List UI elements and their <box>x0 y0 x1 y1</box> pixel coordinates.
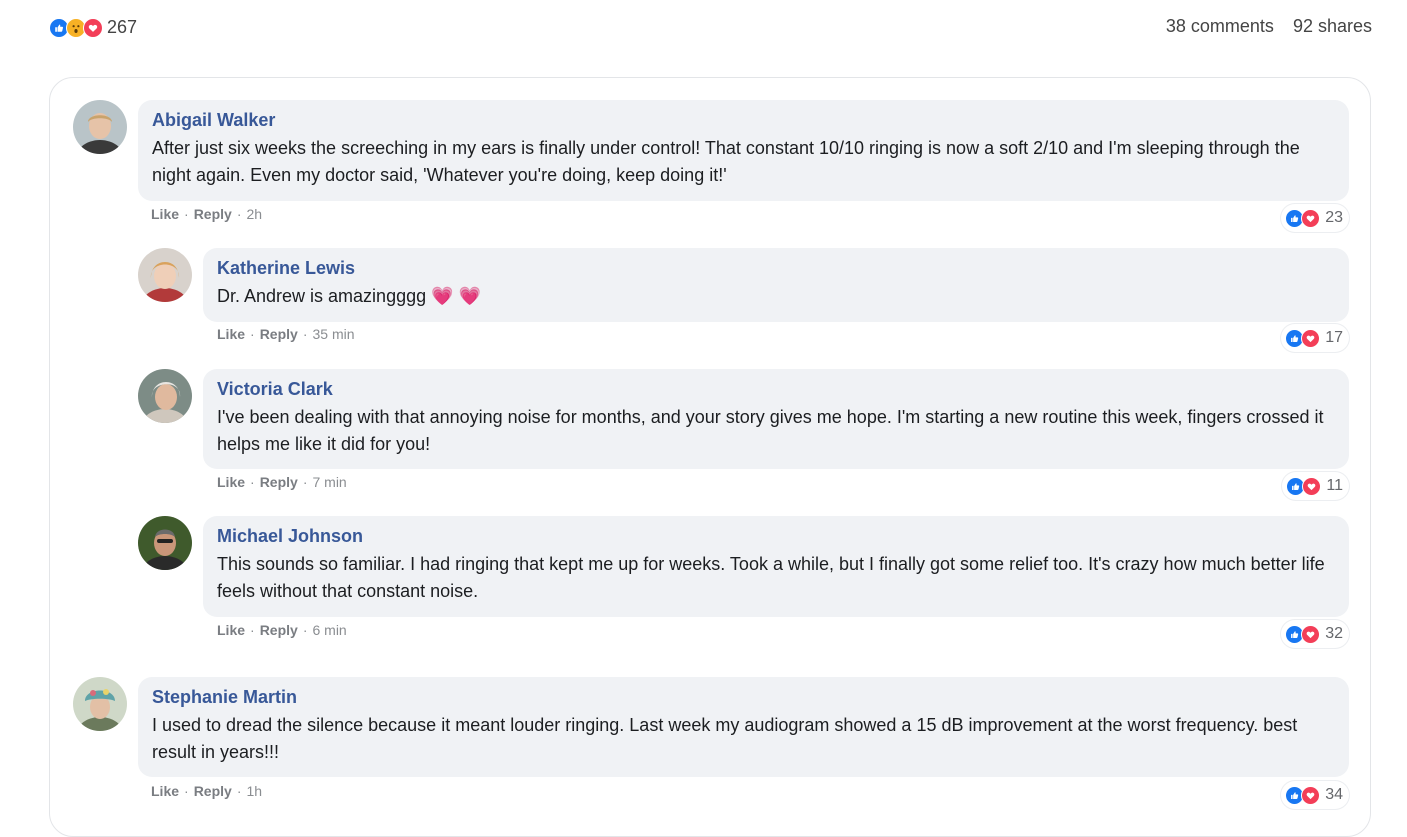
like-link[interactable]: Like <box>217 326 245 342</box>
comment-actions: Like · Reply · 35 min <box>217 326 355 342</box>
comment-bubble: Abigail Walker After just six weeks the … <box>138 100 1349 201</box>
author-name[interactable]: Stephanie Martin <box>152 686 1335 708</box>
author-name[interactable]: Katherine Lewis <box>217 257 1335 279</box>
love-icon <box>1301 785 1321 805</box>
like-link[interactable]: Like <box>151 783 179 799</box>
comment-text: I've been dealing with that annoying noi… <box>217 407 1324 454</box>
engagement-stats: 38 comments 92 shares <box>1166 16 1372 37</box>
comment-text: After just six weeks the screeching in m… <box>152 138 1300 185</box>
timestamp: 1h <box>246 783 263 799</box>
reply-link[interactable]: Reply <box>260 474 298 490</box>
reply-link[interactable]: Reply <box>194 206 232 222</box>
comment-actions: Like · Reply · 2h <box>151 206 263 222</box>
timestamp: 35 min <box>312 326 355 342</box>
reaction-badge[interactable]: 32 <box>1281 620 1349 648</box>
love-icon <box>1301 328 1321 348</box>
reaction-badge[interactable]: 34 <box>1281 781 1349 809</box>
timestamp: 7 min <box>312 474 347 490</box>
post-stats-bar: 267 38 comments 92 shares <box>49 14 1372 40</box>
reaction-badge[interactable]: 17 <box>1281 324 1349 352</box>
reaction-summary[interactable]: 267 <box>49 17 137 38</box>
reply-link[interactable]: Reply <box>194 783 232 799</box>
reaction-count[interactable]: 267 <box>107 17 137 38</box>
love-icon <box>1301 208 1321 228</box>
comment-bubble: Katherine Lewis Dr. Andrew is amazingggg… <box>203 248 1349 322</box>
like-link[interactable]: Like <box>217 474 245 490</box>
love-icon <box>83 17 103 38</box>
avatar[interactable] <box>73 100 127 154</box>
avatar[interactable] <box>138 369 192 423</box>
author-name[interactable]: Michael Johnson <box>217 525 1335 547</box>
reply-link[interactable]: Reply <box>260 326 298 342</box>
shares-count-link[interactable]: 92 shares <box>1293 16 1372 36</box>
timestamp: 6 min <box>312 622 347 638</box>
reaction-count: 34 <box>1325 786 1343 803</box>
comment-actions: Like · Reply · 6 min <box>217 622 347 638</box>
avatar[interactable] <box>138 516 192 570</box>
love-icon <box>1301 624 1321 644</box>
author-name[interactable]: Abigail Walker <box>152 109 1335 131</box>
reaction-count: 32 <box>1325 625 1343 642</box>
reaction-badge[interactable]: 11 <box>1282 472 1349 500</box>
author-name[interactable]: Victoria Clark <box>217 378 1335 400</box>
reaction-badge[interactable]: 23 <box>1281 204 1349 232</box>
love-icon <box>1302 476 1322 496</box>
reaction-count: 11 <box>1326 477 1343 494</box>
avatar[interactable] <box>73 677 127 731</box>
reaction-count: 17 <box>1325 329 1343 346</box>
like-link[interactable]: Like <box>217 622 245 638</box>
comment-bubble: Stephanie Martin I used to dread the sil… <box>138 677 1349 777</box>
comment-actions: Like · Reply · 7 min <box>217 474 347 490</box>
comment-text: Dr. Andrew is amazingggg 💗 💗 <box>217 286 481 306</box>
avatar[interactable] <box>138 248 192 302</box>
timestamp: 2h <box>246 206 263 222</box>
comment-actions: Like · Reply · 1h <box>151 783 263 799</box>
comment-text: I used to dread the silence because it m… <box>152 715 1298 762</box>
comment-bubble: Michael Johnson This sounds so familiar.… <box>203 516 1349 617</box>
reaction-count: 23 <box>1325 209 1343 226</box>
like-link[interactable]: Like <box>151 206 179 222</box>
reply-link[interactable]: Reply <box>260 622 298 638</box>
comment-bubble: Victoria Clark I've been dealing with th… <box>203 369 1349 469</box>
comments-count-link[interactable]: 38 comments <box>1166 16 1274 36</box>
comment-text: This sounds so familiar. I had ringing t… <box>217 554 1325 601</box>
